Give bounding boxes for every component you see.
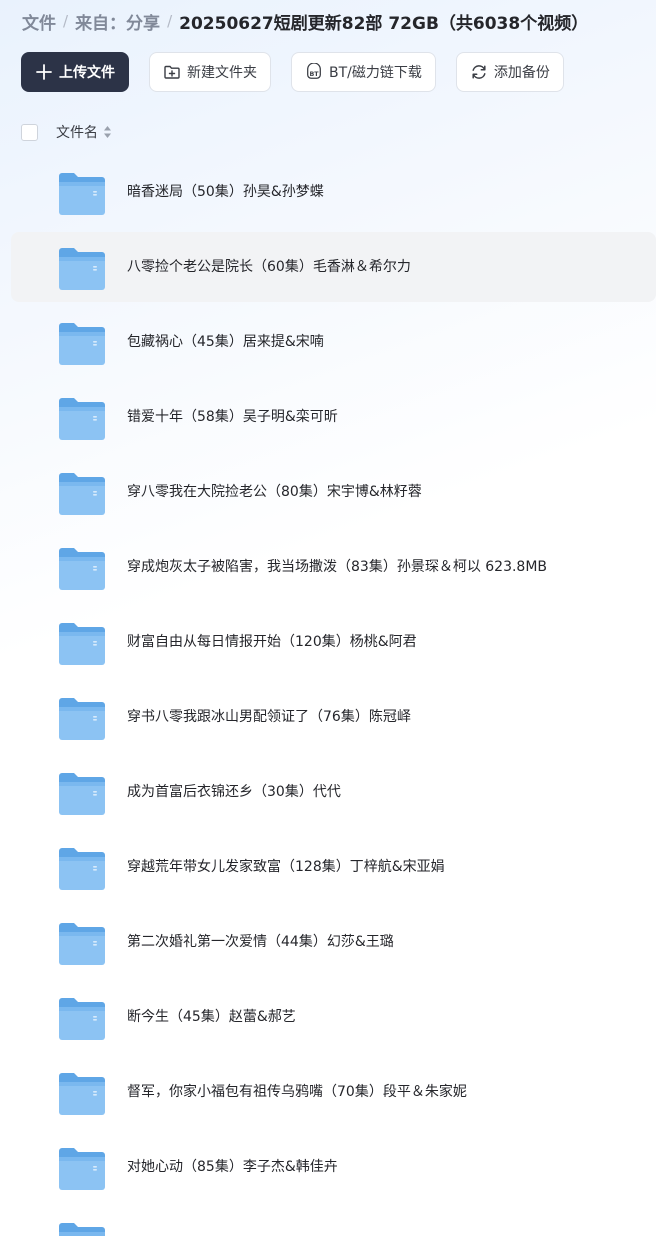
file-row[interactable]: 暗香迷局（50集）孙昊&孙梦蝶 bbox=[11, 157, 656, 227]
file-row[interactable]: 穿越荒年带女儿发家致富（128集）丁梓航&宋亚娟 bbox=[11, 832, 656, 902]
file-row[interactable]: 成为首富后衣锦还乡（30集）代代 bbox=[11, 757, 656, 827]
file-name[interactable]: 穿书八零我跟冰山男配领证了（76集）陈冠峄 bbox=[127, 682, 411, 752]
folder-icon bbox=[59, 1148, 105, 1190]
file-row[interactable]: 穿八零我在大院捡老公（80集）宋宇博&林籽蓉 bbox=[11, 457, 656, 527]
file-name[interactable]: 成为首富后衣锦还乡（30集）代代 bbox=[127, 757, 341, 827]
folder-icon bbox=[59, 173, 105, 215]
new-folder-button-label: 新建文件夹 bbox=[187, 65, 257, 81]
new-folder-button[interactable]: 新建文件夹 bbox=[149, 52, 271, 92]
add-backup-button-label: 添加备份 bbox=[493, 65, 550, 81]
bt-download-button-label: BT/磁力链下载 bbox=[329, 65, 422, 81]
file-name[interactable]: 第二次婚礼第一次爱情（44集）幻莎&王璐 bbox=[127, 907, 394, 977]
file-row[interactable]: 错爱十年（58集）吴子明&栾可昕 bbox=[11, 382, 656, 452]
file-name[interactable]: 断今生（45集）赵蕾&郝艺 bbox=[127, 982, 296, 1052]
sync-icon bbox=[470, 63, 488, 81]
add-backup-button[interactable]: 添加备份 bbox=[455, 52, 564, 92]
column-header-name[interactable]: 文件名 bbox=[56, 122, 98, 142]
plus-icon bbox=[35, 63, 53, 81]
file-row[interactable]: 断今生（45集）赵蕾&郝艺 bbox=[11, 982, 656, 1052]
file-row[interactable]: 对她心动（85集）李子杰&韩佳卉 bbox=[11, 1132, 656, 1202]
upload-button[interactable]: 上传文件 bbox=[21, 52, 129, 92]
folder-icon bbox=[59, 848, 105, 890]
folder-icon bbox=[59, 398, 105, 440]
file-name[interactable]: 八零捡个老公是院长（60集）毛香淋＆希尔力 bbox=[127, 232, 411, 302]
folder-icon bbox=[59, 698, 105, 740]
file-name[interactable]: 暗香迷局（50集）孙昊&孙梦蝶 bbox=[127, 157, 324, 227]
list-header: 文件名 bbox=[21, 120, 112, 144]
file-name[interactable]: 对她心动（85集）李子杰&韩佳卉 bbox=[127, 1132, 338, 1202]
breadcrumb-current: 20250627短剧更新82部 72GB（共6038个视频） bbox=[179, 13, 589, 34]
breadcrumb: 文件 / 来自：分享 / 20250627短剧更新82部 72GB（共6038个… bbox=[22, 8, 588, 34]
breadcrumb-separator: / bbox=[63, 12, 69, 30]
file-row[interactable]: 八零捡个老公是院长（60集）毛香淋＆希尔力 bbox=[11, 232, 656, 302]
new-folder-icon bbox=[163, 63, 181, 81]
file-name[interactable]: 督军，你家小福包有祖传乌鸦嘴（70集）段平＆朱家妮 bbox=[127, 1057, 467, 1127]
folder-icon bbox=[59, 548, 105, 590]
breadcrumb-parent[interactable]: 来自：分享 bbox=[75, 9, 160, 34]
file-row[interactable] bbox=[11, 1207, 656, 1236]
folder-icon bbox=[59, 623, 105, 665]
file-name[interactable]: 穿八零我在大院捡老公（80集）宋宇博&林籽蓉 bbox=[127, 457, 422, 527]
file-row[interactable]: 包藏祸心（45集）居来提&宋喃 bbox=[11, 307, 656, 377]
sort-icon[interactable] bbox=[103, 125, 112, 139]
bt-download-button[interactable]: BT BT/磁力链下载 bbox=[291, 52, 436, 92]
select-all-checkbox[interactable] bbox=[21, 123, 38, 141]
folder-icon bbox=[59, 248, 105, 290]
file-row[interactable]: 穿成炮灰太子被陷害，我当场撒泼（83集）孙景琛＆柯以 623.8MB bbox=[11, 532, 656, 602]
breadcrumb-root[interactable]: 文件 bbox=[22, 9, 56, 34]
toolbar: 上传文件 新建文件夹 BT BT/磁力链下载 添加备份 bbox=[21, 52, 584, 92]
bt-icon: BT bbox=[305, 63, 323, 81]
file-row[interactable]: 督军，你家小福包有祖传乌鸦嘴（70集）段平＆朱家妮 bbox=[11, 1057, 656, 1127]
file-name[interactable]: 包藏祸心（45集）居来提&宋喃 bbox=[127, 307, 324, 377]
folder-icon bbox=[59, 773, 105, 815]
folder-icon bbox=[59, 473, 105, 515]
file-name[interactable]: 穿成炮灰太子被陷害，我当场撒泼（83集）孙景琛＆柯以 623.8MB bbox=[127, 532, 547, 602]
upload-button-label: 上传文件 bbox=[59, 65, 115, 81]
file-name[interactable]: 穿越荒年带女儿发家致富（128集）丁梓航&宋亚娟 bbox=[127, 832, 445, 902]
breadcrumb-separator: / bbox=[167, 12, 173, 30]
folder-icon bbox=[59, 923, 105, 965]
folder-icon bbox=[59, 1073, 105, 1115]
file-row[interactable]: 财富自由从每日情报开始（120集）杨桃&阿君 bbox=[11, 607, 656, 677]
file-row[interactable]: 穿书八零我跟冰山男配领证了（76集）陈冠峄 bbox=[11, 682, 656, 752]
file-name[interactable]: 错爱十年（58集）吴子明&栾可昕 bbox=[127, 382, 338, 452]
folder-icon bbox=[59, 998, 105, 1040]
file-name[interactable]: 财富自由从每日情报开始（120集）杨桃&阿君 bbox=[127, 607, 417, 677]
file-row[interactable]: 第二次婚礼第一次爱情（44集）幻莎&王璐 bbox=[11, 907, 656, 977]
folder-icon bbox=[59, 323, 105, 365]
svg-text:BT: BT bbox=[309, 71, 319, 78]
folder-icon bbox=[59, 1223, 105, 1236]
